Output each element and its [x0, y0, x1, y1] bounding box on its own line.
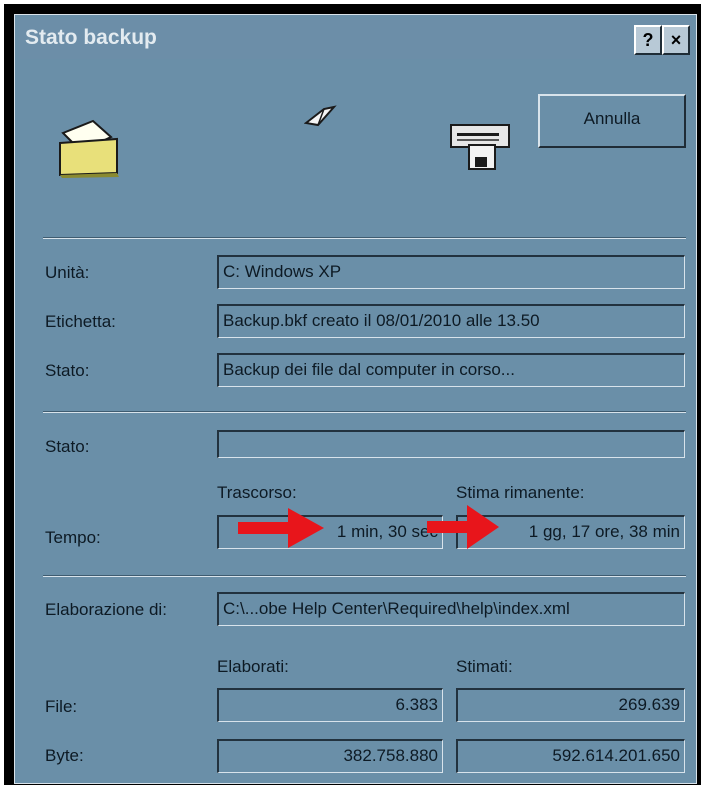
red-arrow-icon: [238, 508, 324, 548]
processed-header: Elaborati:: [217, 657, 289, 676]
estimated-header: Stimati:: [456, 657, 513, 676]
divider: [43, 411, 686, 413]
remaining-header: Stima rimanente:: [456, 483, 585, 502]
drive-label: Unità:: [45, 263, 90, 282]
folder-icon: [59, 119, 119, 178]
outer-frame: Stato backup ? × Annulla Unità: C: Windo: [4, 4, 701, 785]
files-processed-field: 6.383: [217, 688, 443, 722]
status-label: Stato:: [45, 361, 90, 380]
title-bar: Stato backup ? ×: [19, 19, 692, 59]
drive-field: C: Windows XP: [217, 255, 685, 289]
divider: [43, 237, 686, 239]
processing-label: Elaborazione di:: [45, 600, 167, 619]
close-button[interactable]: ×: [662, 25, 690, 55]
help-button[interactable]: ?: [634, 25, 662, 55]
time-label: Tempo:: [45, 528, 101, 547]
window-title: Stato backup: [25, 26, 157, 49]
bytes-label: Byte:: [45, 746, 84, 765]
bytes-estimated-field: 592.614.201.650: [456, 739, 685, 773]
processing-field: C:\...obe Help Center\Required\help\inde…: [217, 592, 685, 626]
progress-status-label: Stato:: [45, 437, 90, 456]
files-estimated-field: 269.639: [456, 688, 685, 722]
tag-label: Etichetta:: [45, 312, 116, 331]
cancel-button[interactable]: Annulla: [538, 94, 686, 148]
divider: [43, 575, 686, 577]
elapsed-header: Trascorso:: [217, 483, 297, 502]
files-label: File:: [45, 697, 78, 716]
status-field: Backup dei file dal computer in corso...: [217, 353, 685, 387]
backup-status-dialog: Stato backup ? × Annulla Unità: C: Windo: [14, 14, 697, 784]
flying-paper-icon: [304, 105, 337, 127]
progress-bar: [217, 430, 685, 458]
backup-device-icon: [450, 124, 510, 170]
tag-field: Backup.bkf creato il 08/01/2010 alle 13.…: [217, 304, 685, 338]
red-arrow-icon: [427, 505, 499, 549]
bytes-processed-field: 382.758.880: [217, 739, 443, 773]
